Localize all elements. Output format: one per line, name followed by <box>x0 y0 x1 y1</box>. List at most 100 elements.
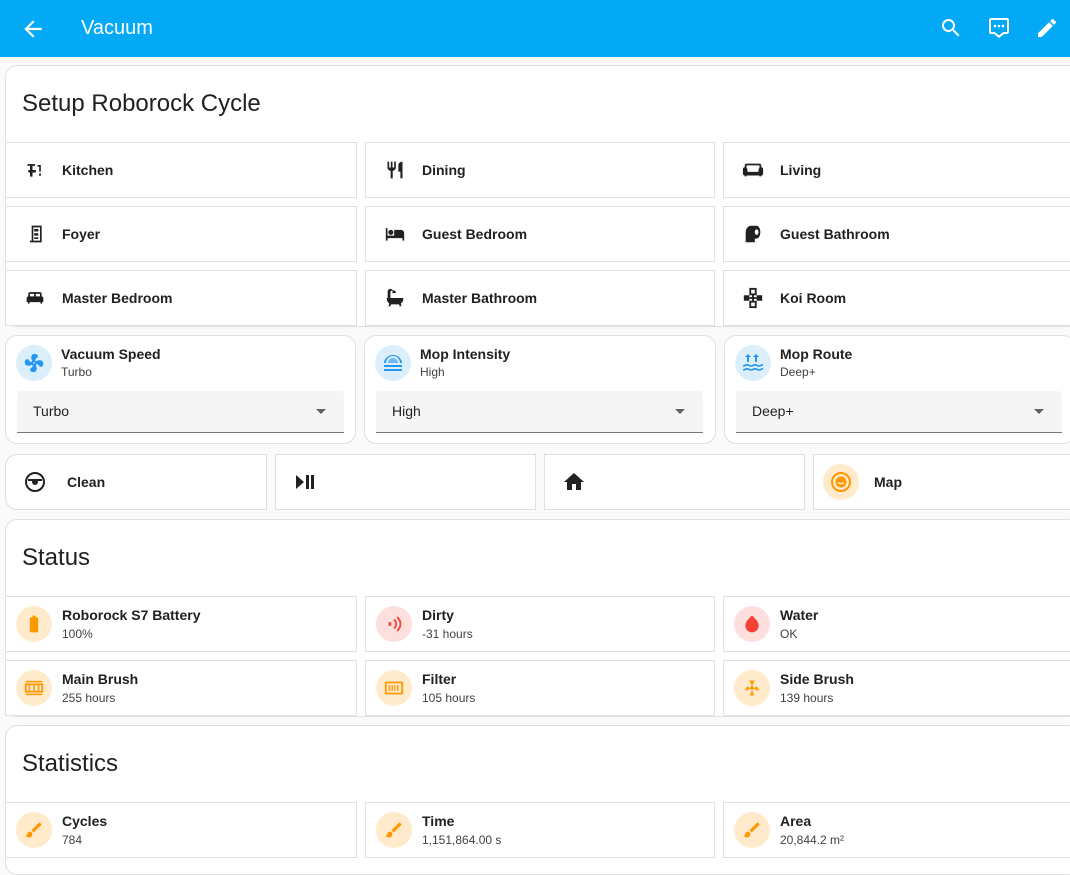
brush-icon <box>376 812 412 848</box>
setup-title: Setup Roborock Cycle <box>22 90 261 117</box>
stat-value: 20,844.2 m² <box>780 833 845 847</box>
signal-icon <box>376 606 412 642</box>
chevron-down-icon <box>316 409 326 414</box>
status-name: Water <box>780 607 819 623</box>
room-tile-master-bedroom[interactable]: Master Bedroom <box>5 270 357 326</box>
water-drop-icon <box>734 606 770 642</box>
select-name: Vacuum Speed <box>61 346 161 362</box>
bed-double-icon <box>23 286 47 310</box>
room-tile-koi-room[interactable]: Koi Room <box>723 270 1070 326</box>
status-value: 100% <box>62 627 93 641</box>
room-tile-living[interactable]: Living <box>723 142 1070 198</box>
status-tile-water[interactable]: Water OK <box>723 596 1070 652</box>
return-home-button[interactable] <box>544 454 805 510</box>
side-brush-icon <box>734 670 770 706</box>
page-title: Vacuum <box>81 17 153 39</box>
select-value: Deep+ <box>752 403 794 419</box>
status-name: Side Brush <box>780 671 854 687</box>
vacuum-speed-select[interactable]: Turbo <box>17 391 344 433</box>
silverware-icon <box>383 158 407 182</box>
stat-value: 1,151,864.00 s <box>422 833 502 847</box>
map-button[interactable]: Map <box>813 454 1070 510</box>
battery-icon <box>16 606 52 642</box>
select-state: High <box>420 365 445 379</box>
air-filter-icon <box>376 670 412 706</box>
statistics-title: Statistics <box>22 750 119 777</box>
stat-tile-area[interactable]: Area 20,844.2 m² <box>723 802 1070 858</box>
back-arrow-icon[interactable] <box>20 16 46 42</box>
stat-tile-cycles[interactable]: Cycles 784 <box>5 802 357 858</box>
mop-intensity-select[interactable]: High <box>376 391 703 433</box>
select-name: Mop Route <box>780 346 853 362</box>
waves-icon <box>375 345 411 381</box>
room-tile-dining[interactable]: Dining <box>365 142 715 198</box>
sofa-icon <box>741 158 765 182</box>
stat-value: 784 <box>62 833 83 847</box>
select-name: Mop Intensity <box>420 346 511 362</box>
room-tile-guest-bathroom[interactable]: Guest Bathroom <box>723 206 1070 262</box>
select-card-vacuum-speed: Vacuum Speed Turbo Turbo <box>5 335 356 444</box>
home-icon <box>562 470 586 494</box>
play-pause-button[interactable] <box>275 454 536 510</box>
pencil-icon[interactable] <box>1035 16 1059 40</box>
robot-vacuum-icon <box>23 470 47 494</box>
status-tile-filter[interactable]: Filter 105 hours <box>365 660 715 716</box>
select-state: Turbo <box>61 365 92 379</box>
faucet-icon <box>23 158 47 182</box>
brush-roller-icon <box>16 670 52 706</box>
brush-icon <box>16 812 52 848</box>
door-icon <box>23 222 47 246</box>
room-tile-master-bathroom[interactable]: Master Bathroom <box>365 270 715 326</box>
status-name: Filter <box>422 671 457 687</box>
select-card-mop-intensity: Mop Intensity High High <box>364 335 716 444</box>
status-value: 139 hours <box>780 691 834 705</box>
status-name: Main Brush <box>62 671 139 687</box>
room-label: Kitchen <box>62 162 114 178</box>
brush-icon <box>734 812 770 848</box>
top-app-bar: Vacuum <box>0 0 1070 57</box>
stat-name: Time <box>422 813 455 829</box>
status-value: -31 hours <box>422 627 473 641</box>
status-tile-dirty[interactable]: Dirty -31 hours <box>365 596 715 652</box>
status-value: OK <box>780 627 798 641</box>
select-state: Deep+ <box>780 365 816 379</box>
room-tile-guest-bedroom[interactable]: Guest Bedroom <box>365 206 715 262</box>
bathtub-icon <box>383 286 407 310</box>
chevron-down-icon <box>675 409 685 414</box>
status-tile-battery[interactable]: Roborock S7 Battery 100% <box>5 596 357 652</box>
toilet-paper-icon <box>741 222 765 246</box>
room-tile-kitchen[interactable]: Kitchen <box>5 142 357 198</box>
stat-tile-time[interactable]: Time 1,151,864.00 s <box>365 802 715 858</box>
map-icon <box>823 464 859 500</box>
room-label: Living <box>780 162 822 178</box>
bed-icon <box>383 222 407 246</box>
status-name: Dirty <box>422 607 454 623</box>
stat-name: Area <box>780 813 812 829</box>
status-tile-side-brush[interactable]: Side Brush 139 hours <box>723 660 1070 716</box>
water-route-icon <box>735 345 771 381</box>
room-tile-foyer[interactable]: Foyer <box>5 206 357 262</box>
status-value: 255 hours <box>62 691 116 705</box>
status-title: Status <box>22 544 91 571</box>
status-tile-main-brush[interactable]: Main Brush 255 hours <box>5 660 357 716</box>
room-label: Master Bedroom <box>62 290 173 306</box>
assist-icon[interactable] <box>987 16 1011 40</box>
clean-label: Clean <box>67 474 106 490</box>
room-label: Guest Bathroom <box>780 226 890 242</box>
mop-route-select[interactable]: Deep+ <box>736 391 1062 433</box>
fish-pond-icon <box>741 286 765 310</box>
room-label: Dining <box>422 162 466 178</box>
room-label: Guest Bedroom <box>422 226 528 242</box>
stat-name: Cycles <box>62 813 108 829</box>
status-value: 105 hours <box>422 691 476 705</box>
chevron-down-icon <box>1034 409 1044 414</box>
select-value: High <box>392 403 421 419</box>
status-name: Roborock S7 Battery <box>62 607 201 623</box>
room-label: Master Bathroom <box>422 290 538 306</box>
select-card-mop-route: Mop Route Deep+ Deep+ <box>724 335 1070 444</box>
clean-button[interactable]: Clean <box>5 454 267 510</box>
fan-icon <box>16 345 52 381</box>
search-icon[interactable] <box>939 16 963 40</box>
map-label: Map <box>874 474 902 490</box>
play-pause-icon <box>293 470 317 494</box>
